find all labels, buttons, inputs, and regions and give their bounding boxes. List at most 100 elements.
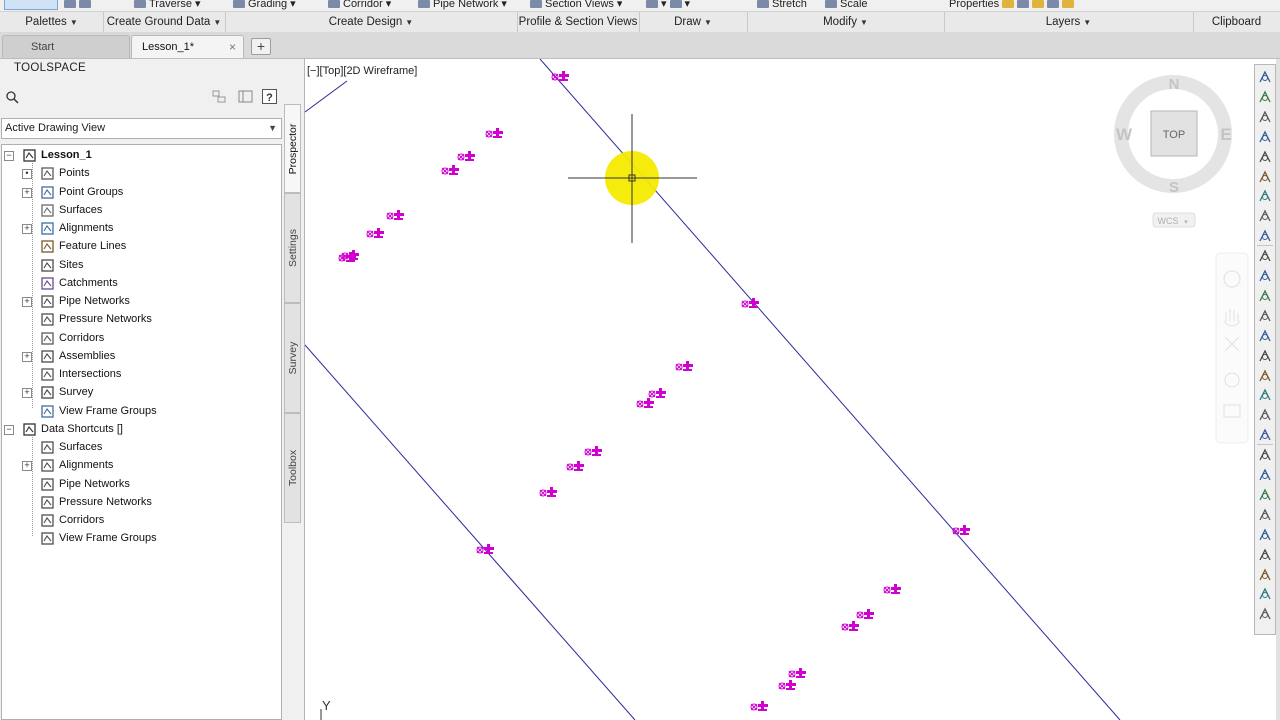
compass-west[interactable]: W <box>1116 125 1133 144</box>
grading-button[interactable]: Grading ▾ <box>233 0 296 10</box>
palette-tool-icon[interactable] <box>1257 407 1273 423</box>
cogo-point-marker[interactable] <box>366 228 384 238</box>
cogo-point-marker[interactable] <box>566 461 584 471</box>
shortcut-item-alignments[interactable]: + Alignments <box>2 457 281 474</box>
palette-tool-icon[interactable] <box>1257 507 1273 523</box>
compass-east[interactable]: E <box>1220 125 1231 144</box>
panel-toggle-icon[interactable] <box>238 89 253 104</box>
clipboard-panel[interactable]: Clipboard <box>1193 12 1280 32</box>
ribbon-small-icons[interactable] <box>64 0 91 10</box>
new-tab-button[interactable]: + <box>251 38 271 55</box>
ribbon-active-button[interactable] <box>4 0 58 10</box>
corridor-button[interactable]: Corridor ▾ <box>328 0 391 10</box>
expand-toggle-icon[interactable]: + <box>22 388 32 399</box>
tree-item-intersections[interactable]: Intersections <box>2 366 281 383</box>
close-tab-icon[interactable]: × <box>229 36 236 58</box>
shortcut-item-pipe-networks[interactable]: Pipe Networks <box>2 476 281 493</box>
tree-item-corridors[interactable]: Corridors <box>2 330 281 347</box>
cogo-point-marker[interactable] <box>778 680 796 690</box>
cogo-point-marker[interactable] <box>952 525 970 535</box>
palette-tool-icon[interactable] <box>1257 149 1273 165</box>
cogo-point-marker[interactable] <box>648 388 666 398</box>
cogo-point-marker[interactable] <box>841 621 859 631</box>
view-dropdown[interactable]: Active Drawing View ▼ <box>1 118 282 139</box>
compass-north[interactable]: N <box>1169 76 1180 93</box>
palette-tool-icon[interactable] <box>1257 567 1273 583</box>
create-ground-data-panel[interactable]: Create Ground Data ▼ <box>103 12 226 32</box>
tree-item-data-shortcuts[interactable]: − Data Shortcuts [] <box>2 421 281 438</box>
shortcut-item-view-frame-groups[interactable]: View Frame Groups <box>2 530 281 547</box>
tree-item-catchments[interactable]: Catchments <box>2 275 281 292</box>
tree-item-point-groups[interactable]: + Point Groups <box>2 184 281 201</box>
palette-tool-icon[interactable] <box>1257 228 1273 244</box>
tree-item-feature-lines[interactable]: Feature Lines <box>2 238 281 255</box>
tree-item-survey[interactable]: + Survey <box>2 384 281 401</box>
cogo-point-marker[interactable] <box>788 668 806 678</box>
draw-panel[interactable]: Draw ▼ <box>639 12 748 32</box>
tab-lesson-1[interactable]: Lesson_1* × <box>131 35 244 58</box>
palette-tool-icon[interactable] <box>1257 447 1273 463</box>
expand-toggle-icon[interactable]: • <box>22 169 32 180</box>
expand-toggle-icon[interactable]: + <box>22 297 32 307</box>
cogo-point-marker[interactable] <box>457 151 475 161</box>
section-views-button[interactable]: Section Views ▾ <box>530 0 622 10</box>
stretch-button[interactable]: Stretch <box>757 0 807 10</box>
palette-tool-icon[interactable] <box>1257 268 1273 284</box>
shortcut-item-pressure-networks[interactable]: Pressure Networks <box>2 494 281 511</box>
cogo-point-marker[interactable] <box>636 398 654 408</box>
cogo-point-marker[interactable] <box>856 609 874 619</box>
palette-tool-icon[interactable] <box>1257 387 1273 403</box>
cogo-point-marker[interactable] <box>675 361 693 371</box>
layers-panel[interactable]: Layers ▼ <box>944 12 1194 32</box>
drawing-canvas[interactable]: Y TOP N S W E WCS ▾ <box>305 59 1250 720</box>
cogo-point-marker[interactable] <box>476 544 494 554</box>
cogo-point-marker[interactable] <box>485 128 503 138</box>
palettes-panel[interactable]: Palettes ▼ <box>0 12 104 32</box>
scale-button[interactable]: Scale <box>825 0 868 10</box>
shortcut-item-corridors[interactable]: Corridors <box>2 512 281 529</box>
tree-item-pressure-networks[interactable]: Pressure Networks <box>2 311 281 328</box>
modify-panel[interactable]: Modify ▼ <box>747 12 945 32</box>
viewcube[interactable]: TOP N S W E WCS ▾ <box>1114 75 1232 228</box>
create-design-panel[interactable]: Create Design ▼ <box>225 12 518 32</box>
expand-toggle-icon[interactable]: + <box>22 351 32 362</box>
tab-toolbox[interactable]: Toolbox <box>284 413 301 523</box>
compass-south[interactable]: S <box>1169 179 1179 196</box>
tree-item-alignments[interactable]: + Alignments <box>2 220 281 237</box>
tab-settings[interactable]: Settings <box>284 193 301 303</box>
tree-item-surfaces[interactable]: Surfaces <box>2 202 281 219</box>
cogo-point-marker[interactable] <box>883 584 901 594</box>
expand-toggle-icon[interactable]: − <box>4 151 14 161</box>
cogo-point-marker[interactable] <box>386 210 404 220</box>
tree-item-assemblies[interactable]: + Assemblies <box>2 348 281 365</box>
palette-tool-icon[interactable] <box>1257 129 1273 145</box>
expand-toggle-icon[interactable]: + <box>22 224 32 234</box>
palette-tool-icon[interactable] <box>1257 427 1273 443</box>
palette-tool-icon[interactable] <box>1257 547 1273 563</box>
help-icon[interactable]: ? <box>262 89 277 104</box>
navigation-bar[interactable] <box>1215 252 1249 444</box>
palette-tool-icon[interactable] <box>1257 308 1273 324</box>
expand-toggle-icon[interactable]: + <box>22 187 32 198</box>
properties-button[interactable]: Properties <box>949 0 1075 10</box>
cogo-point-marker[interactable] <box>750 701 768 711</box>
profile-section-views-panel[interactable]: Profile & Section Views <box>517 12 640 32</box>
traverse-button[interactable]: Traverse ▾ <box>134 0 201 10</box>
palette-tool-icon[interactable] <box>1257 109 1273 125</box>
palette-tool-icon[interactable] <box>1257 606 1273 622</box>
palette-tool-icon[interactable] <box>1257 89 1273 105</box>
tab-survey[interactable]: Survey <box>284 303 301 413</box>
cogo-point-marker[interactable] <box>584 446 602 456</box>
palette-tool-icon[interactable] <box>1257 248 1273 264</box>
tree-item-points[interactable]: • Points <box>2 165 281 182</box>
tab-start[interactable]: Start <box>2 35 130 58</box>
palette-tool-icon[interactable] <box>1257 188 1273 204</box>
shortcut-item-surfaces[interactable]: Surfaces <box>2 439 281 456</box>
item-view-icon[interactable] <box>212 89 227 104</box>
expand-toggle-icon[interactable]: − <box>4 424 14 435</box>
palette-tool-icon[interactable] <box>1257 288 1273 304</box>
palette-tool-icon[interactable] <box>1257 69 1273 85</box>
drawing-viewport[interactable]: Y TOP N S W E WCS ▾ [−][Top][2D Wirefram… <box>305 59 1250 720</box>
tree-item-lesson-1[interactable]: − Lesson_1 <box>2 147 281 164</box>
palette-tool-icon[interactable] <box>1257 586 1273 602</box>
